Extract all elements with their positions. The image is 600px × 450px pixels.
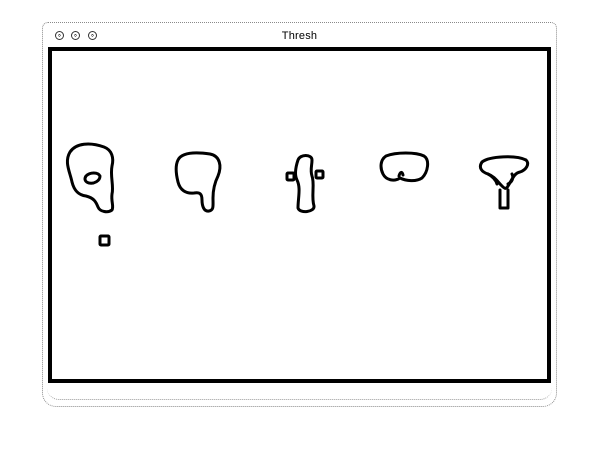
blob-shape-5 [478,155,530,190]
blob-nub-right [314,169,325,180]
blob-shape-4 [379,151,430,183]
blob-stem-5 [498,188,510,210]
blob-shape-3 [293,154,316,214]
blob-nub-left [285,171,296,182]
blob-layer [65,142,530,247]
blob-notch-4 [397,171,405,178]
blob-hole-1 [83,171,102,185]
blob-inner-5a [486,172,499,186]
blob-shape-1 [65,142,115,214]
small-square [98,234,111,247]
blob-shape-2 [174,151,222,213]
